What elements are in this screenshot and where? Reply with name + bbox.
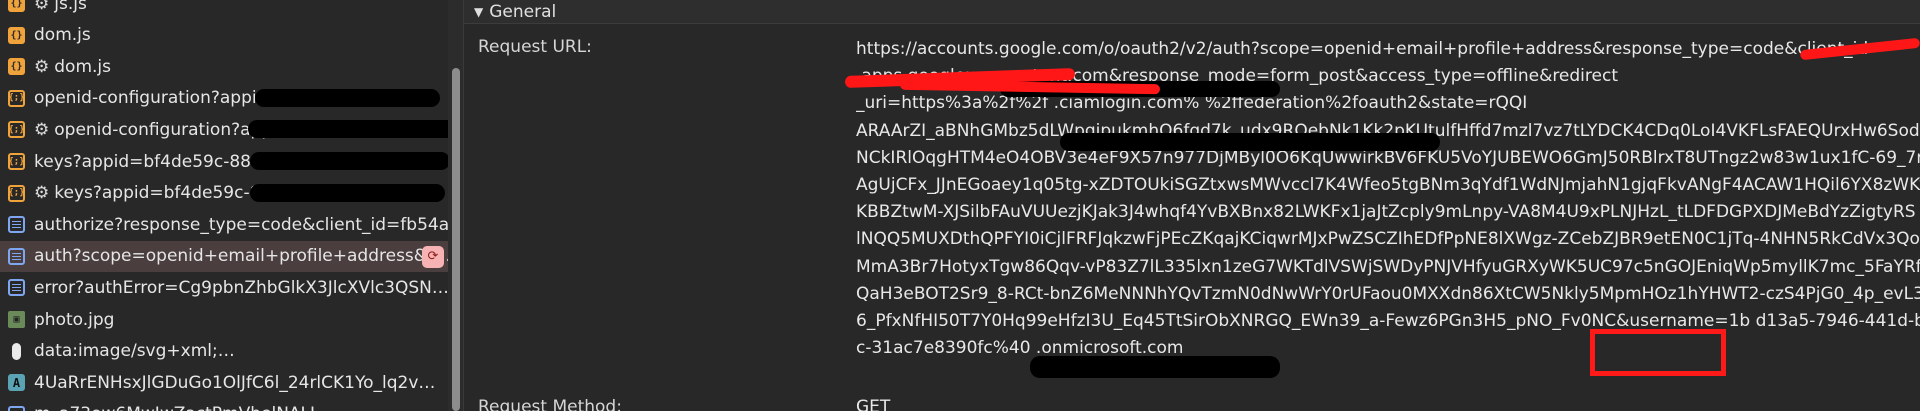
request-row[interactable]: error?authError=Cg9pbnZhbGlkX3JlcXVlc3QS…: [0, 272, 448, 303]
gear-icon: ⚙: [34, 56, 50, 77]
request-row[interactable]: auth?scope=openid+email+profile+address&…: [0, 240, 448, 272]
request-url-line: MmA3Br7HotyxTgw86Qqv-vP83Z7lL335lxn1zeG7…: [856, 256, 1920, 277]
request-row[interactable]: {} dom.js: [0, 20, 448, 51]
request-url-line: lNQQ5MUXDthQPFYI0iCjlFRFJqkzwFjPEcZKqajK…: [856, 229, 1920, 250]
fetch-file-icon: {;}: [8, 89, 25, 107]
redaction-mark: [250, 152, 448, 170]
request-row-label: photo.jpg: [34, 309, 115, 330]
general-section-header[interactable]: ▼ General: [464, 0, 1920, 24]
gear-icon: ⚙: [34, 0, 50, 14]
request-row[interactable]: authorize?response_type=code&client_id=f…: [0, 209, 448, 240]
request-row[interactable]: {} ⚙ dom.js: [0, 51, 448, 82]
doc-file-icon: [8, 247, 25, 265]
gear-icon: ⚙: [34, 183, 50, 204]
request-row[interactable]: data:image/svg+xml;…: [0, 336, 448, 367]
request-row-label: dom.js: [54, 56, 111, 77]
request-list: {} ⚙ js.js{} dom.js{} ⚙ dom.js {;} openid-confi…: [0, 0, 448, 411]
request-row-label: auth?scope=openid+email+profile+address&…: [34, 246, 448, 267]
request-row[interactable]: A 4UaRrENHsxJlGDuGo1OlJfC6l_24rlCK1Yo_lq2…: [0, 367, 448, 398]
username-highlight-box: [1590, 329, 1726, 376]
request-url-line: c-31ac7e8390fc%40 .onmicrosoft.com: [856, 338, 1184, 359]
script-file-icon: {}: [8, 58, 25, 76]
request-row-label: m_a73ow6MwJwZactPmVbelNALL: [34, 404, 320, 411]
script-file-icon: {}: [8, 26, 25, 44]
gear-icon: ⚙: [34, 119, 50, 140]
request-row-label: 4UaRrENHsxJlGDuGo1OlJfC6l_24rlCK1Yo_lq2v…: [34, 372, 436, 393]
redaction-mark: [248, 120, 448, 139]
pill-file-icon: [12, 342, 21, 360]
request-row-label: authorize?response_type=code&client_id=f…: [34, 214, 448, 235]
fetch-file-icon: {;}: [8, 153, 25, 170]
redaction-mark: [1035, 360, 1115, 376]
fetch-file-icon: {;}: [8, 121, 25, 139]
collapse-triangle-icon[interactable]: ▼: [474, 5, 483, 19]
redaction-mark: [1060, 133, 1440, 151]
request-row-label: js.js: [54, 0, 87, 14]
override-badge-icon[interactable]: ⟳: [422, 245, 444, 268]
redaction-mark: [250, 183, 445, 202]
request-row-label: data:image/svg+xml;…: [34, 341, 235, 362]
doc-file-icon: [8, 279, 25, 297]
doc-file-icon: [8, 216, 25, 234]
request-url-line: QaH3eBOT2Sr9_8-RCt-bnZ6MeNNNhYQvTzmN0dNw…: [856, 283, 1920, 304]
doc-file-icon: [8, 405, 25, 411]
fetch-file-icon: {;}: [8, 184, 25, 202]
request-url-line: AgUjCFx_JJnEGoaey1q05tg-xZDTOUkiSGZtxwsM…: [856, 174, 1920, 195]
request-row[interactable]: ▣ photo.jpg: [0, 304, 448, 335]
request-row-label: error?authError=Cg9pbnZhbGlkX3JlcXVlc3QS…: [34, 277, 448, 298]
request-method-value: GET: [856, 397, 891, 411]
font-file-icon: A: [8, 374, 25, 392]
request-method-label: Request Method:: [478, 397, 622, 411]
request-list-scrollbar[interactable]: [448, 0, 464, 411]
request-url-label: Request URL:: [478, 37, 592, 57]
img-file-icon: ▣: [8, 311, 25, 328]
request-row-label: dom.js: [34, 25, 91, 46]
request-url-line: KBBZtwM-XJSilbFAuVUUezjKJak3J4whqf4YvBXB…: [856, 202, 1916, 223]
redaction-mark: [255, 88, 440, 107]
request-row[interactable]: {} ⚙ js.js: [0, 0, 448, 19]
scrollbar-thumb[interactable]: [452, 68, 460, 411]
request-row[interactable]: m_a73ow6MwJwZactPmVbelNALL: [0, 399, 448, 411]
section-title: General: [489, 1, 557, 22]
script-file-icon: {}: [8, 0, 25, 12]
request-url-line: https://accounts.google.com/o/oauth2/v2/…: [856, 39, 1883, 59]
request-url-line: 6_PfxNfHI50T7Y0Hq99eHfzI3U_Eq45TtSirObXN…: [856, 310, 1920, 331]
